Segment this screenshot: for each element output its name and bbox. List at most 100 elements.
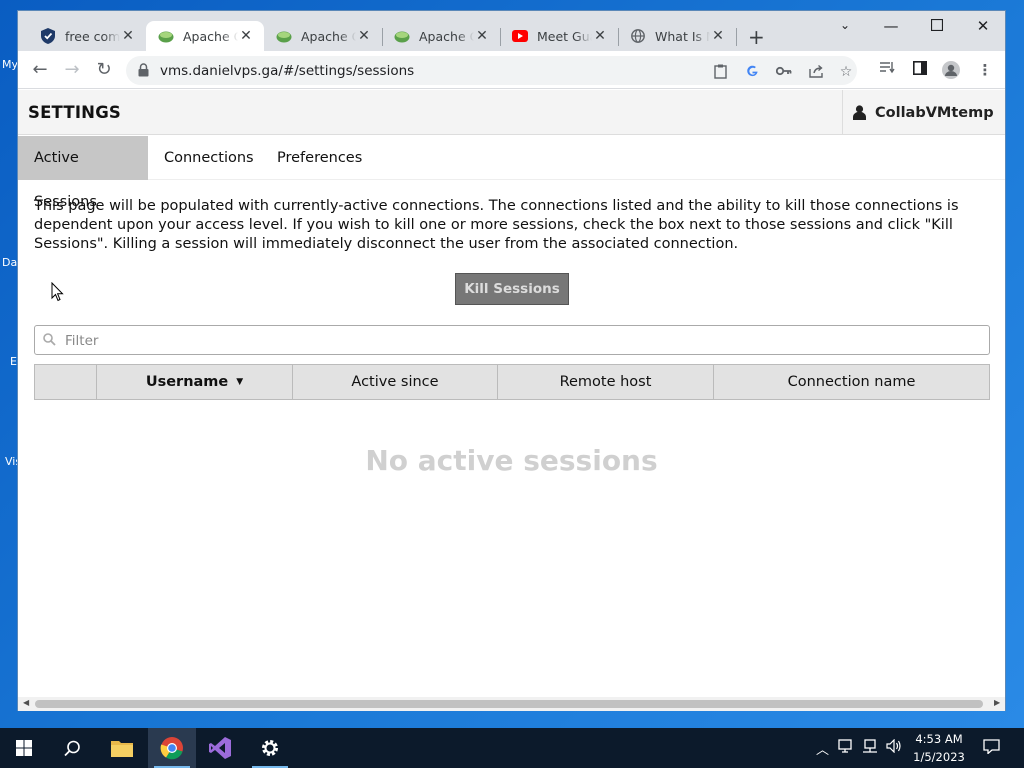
close-tab-icon[interactable]: ✕ <box>356 28 372 44</box>
forward-button[interactable]: → <box>61 59 83 81</box>
visual-studio-icon <box>209 737 231 759</box>
share-icon[interactable] <box>808 64 824 80</box>
empty-state-message: No active sessions <box>365 444 658 477</box>
url-text[interactable]: vms.danielvps.ga/#/settings/sessions <box>160 63 414 79</box>
clock-date: 1/5/2023 <box>913 750 965 764</box>
ethernet-icon[interactable] <box>862 739 878 757</box>
browser-toolbar: ← → ↻ vms.danielvps.ga/#/settings/sessio… <box>18 51 1005 89</box>
browser-tab[interactable]: Apache Gu ✕ <box>264 21 382 51</box>
sort-caret-icon: ▼ <box>236 377 244 387</box>
select-column-header[interactable] <box>35 365 97 399</box>
globe-icon <box>630 28 646 44</box>
guacamole-icon <box>158 28 174 44</box>
address-bar[interactable]: vms.danielvps.ga/#/settings/sessions ☆ <box>126 56 857 85</box>
desktop-icon-label[interactable]: E <box>10 355 17 368</box>
guacamole-icon <box>276 28 292 44</box>
close-tab-icon[interactable]: ✕ <box>474 28 490 44</box>
browser-tab[interactable]: free comp ✕ <box>28 21 146 51</box>
kill-sessions-button[interactable]: Kill Sessions <box>455 273 569 305</box>
reload-button[interactable]: ↻ <box>93 59 115 81</box>
desktop-icon-label[interactable]: My <box>2 58 18 71</box>
mouse-cursor-icon <box>51 281 64 306</box>
tab-title: free comp <box>65 28 120 44</box>
visual-studio-button[interactable] <box>196 728 244 768</box>
network-icon[interactable] <box>838 739 854 757</box>
google-translate-icon[interactable] <box>744 64 760 80</box>
volume-icon[interactable] <box>886 738 902 757</box>
tab-title: What Is M <box>655 28 710 44</box>
tab-title: Apache Gu <box>183 28 238 44</box>
taskbar: ︿ 4:53 AM 1/5/2023 <box>0 728 1024 768</box>
tab-title: Apache Gu <box>301 28 356 44</box>
sessions-table-header: Username ▼ Active since Remote host Conn… <box>34 364 990 400</box>
chrome-taskbar-button[interactable] <box>148 728 196 768</box>
horizontal-scrollbar[interactable]: ◀ ▶ <box>18 697 1005 711</box>
clipboard-icon[interactable] <box>712 64 728 80</box>
tab-connections[interactable]: Connections <box>148 136 270 180</box>
gear-icon <box>262 740 278 756</box>
username-label: CollabVMtemp <box>875 104 994 121</box>
user-icon <box>853 105 866 120</box>
youtube-icon <box>512 28 528 44</box>
back-button[interactable]: ← <box>29 59 51 81</box>
close-window-button[interactable]: ✕ <box>968 17 998 35</box>
tab-title: Apache Gu <box>419 28 474 44</box>
guacamole-icon <box>394 28 410 44</box>
new-tab-button[interactable]: + <box>748 25 765 49</box>
settings-taskbar-button[interactable] <box>246 728 294 768</box>
file-explorer-button[interactable] <box>98 728 146 768</box>
close-tab-icon[interactable]: ✕ <box>238 28 254 44</box>
settings-tabs: Active Sessions Connections Preferences <box>18 136 1005 210</box>
reading-list-icon[interactable] <box>878 61 896 79</box>
sessions-description: This page will be populated with current… <box>34 198 959 252</box>
minimize-button[interactable]: — <box>876 17 906 35</box>
filter-input[interactable]: Filter <box>34 325 990 355</box>
user-menu[interactable]: CollabVMtemp ▼ <box>842 90 1005 135</box>
search-icon <box>43 333 56 350</box>
column-header-active-since[interactable]: Active since <box>293 365 498 399</box>
column-header-connection-name[interactable]: Connection name <box>714 365 989 399</box>
tab-title: Meet Gua <box>537 28 592 44</box>
tab-strip: free comp ✕ Apache Gu ✕ Apache Gu ✕ Apac… <box>18 11 1005 51</box>
bookmark-star-icon[interactable]: ☆ <box>838 64 854 80</box>
tab-active-sessions[interactable]: Active Sessions <box>18 136 148 210</box>
close-tab-icon[interactable]: ✕ <box>120 28 136 44</box>
close-tab-icon[interactable]: ✕ <box>592 28 608 44</box>
scrollbar-thumb[interactable] <box>35 700 983 708</box>
start-button[interactable] <box>0 728 48 768</box>
search-icon <box>63 740 80 756</box>
maximize-button[interactable] <box>922 17 952 35</box>
clock-time: 4:53 AM <box>915 732 963 746</box>
browser-tab[interactable]: Meet Gua ✕ <box>500 21 618 51</box>
chrome-icon <box>160 737 183 760</box>
browser-tab[interactable]: Apache Gu ✕ <box>382 21 500 51</box>
folder-icon <box>111 741 133 757</box>
browser-tab[interactable]: What Is M ✕ <box>618 21 736 51</box>
search-button[interactable] <box>48 728 96 768</box>
close-tab-icon[interactable]: ✕ <box>710 28 726 44</box>
column-header-remote-host[interactable]: Remote host <box>498 365 714 399</box>
system-clock[interactable]: 4:53 AM 1/5/2023 <box>904 730 974 766</box>
column-label: Username <box>145 374 229 390</box>
menu-kebab-icon[interactable]: ⋮ <box>976 61 994 79</box>
browser-window: free comp ✕ Apache Gu ✕ Apache Gu ✕ Apac… <box>17 10 1006 711</box>
desktop-icon-label[interactable]: Da <box>2 256 17 269</box>
side-panel-icon[interactable] <box>911 61 929 79</box>
shield-icon <box>40 28 56 44</box>
page-header: SETTINGS CollabVMtemp ▼ <box>18 90 1005 135</box>
notifications-icon[interactable] <box>983 739 1000 758</box>
windows-logo-icon <box>16 740 32 756</box>
tab-search-icon[interactable]: ⌄ <box>830 18 860 32</box>
filter-placeholder: Filter <box>65 333 99 349</box>
key-icon[interactable] <box>775 64 792 80</box>
tab-preferences[interactable]: Preferences <box>261 136 378 180</box>
column-header-username[interactable]: Username ▼ <box>97 365 293 399</box>
lock-icon[interactable] <box>138 63 149 81</box>
page-title: SETTINGS <box>28 103 122 122</box>
chevron-up-icon[interactable]: ︿ <box>816 739 829 758</box>
scroll-left-icon[interactable]: ◀ <box>23 698 29 707</box>
browser-tab-active[interactable]: Apache Gu ✕ <box>146 21 264 51</box>
scroll-right-icon[interactable]: ▶ <box>994 698 1000 707</box>
profile-avatar-icon[interactable] <box>942 61 960 79</box>
web-page: SETTINGS CollabVMtemp ▼ Active Sessions … <box>18 90 1005 697</box>
